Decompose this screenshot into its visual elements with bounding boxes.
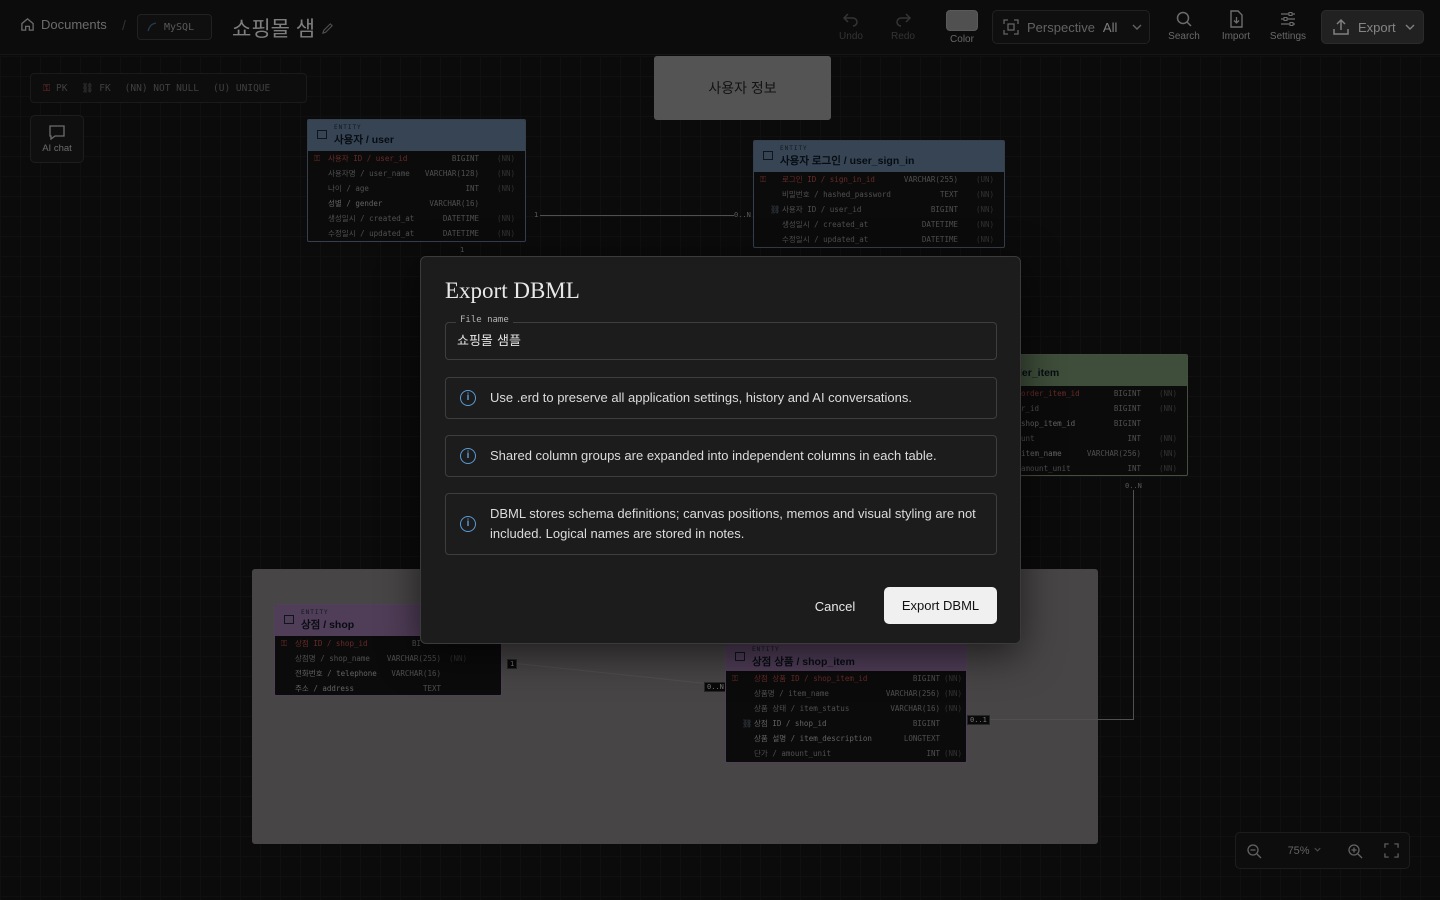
info-text: Use .erd to preserve all application set…	[490, 390, 912, 405]
info-icon: i	[460, 448, 476, 464]
cancel-button[interactable]: Cancel	[801, 588, 869, 624]
export-dbml-button[interactable]: Export DBML	[884, 587, 997, 624]
file-name-label: File name	[456, 315, 513, 325]
file-name-field[interactable]: File name	[445, 315, 997, 360]
info-icon: i	[460, 516, 476, 532]
info-text: Shared column groups are expanded into i…	[490, 448, 937, 463]
dialog-title: Export DBML	[445, 278, 580, 303]
info-icon: i	[460, 390, 476, 406]
info-callout-shared-columns: i Shared column groups are expanded into…	[445, 435, 997, 477]
info-callout-dbml-scope: i DBML stores schema definitions; canvas…	[445, 493, 997, 555]
info-text: DBML stores schema definitions; canvas p…	[490, 506, 976, 541]
file-name-input[interactable]	[457, 332, 977, 347]
export-dbml-dialog: Export DBML File name i Use .erd to pres…	[420, 256, 1021, 644]
info-callout-erd: i Use .erd to preserve all application s…	[445, 377, 997, 419]
